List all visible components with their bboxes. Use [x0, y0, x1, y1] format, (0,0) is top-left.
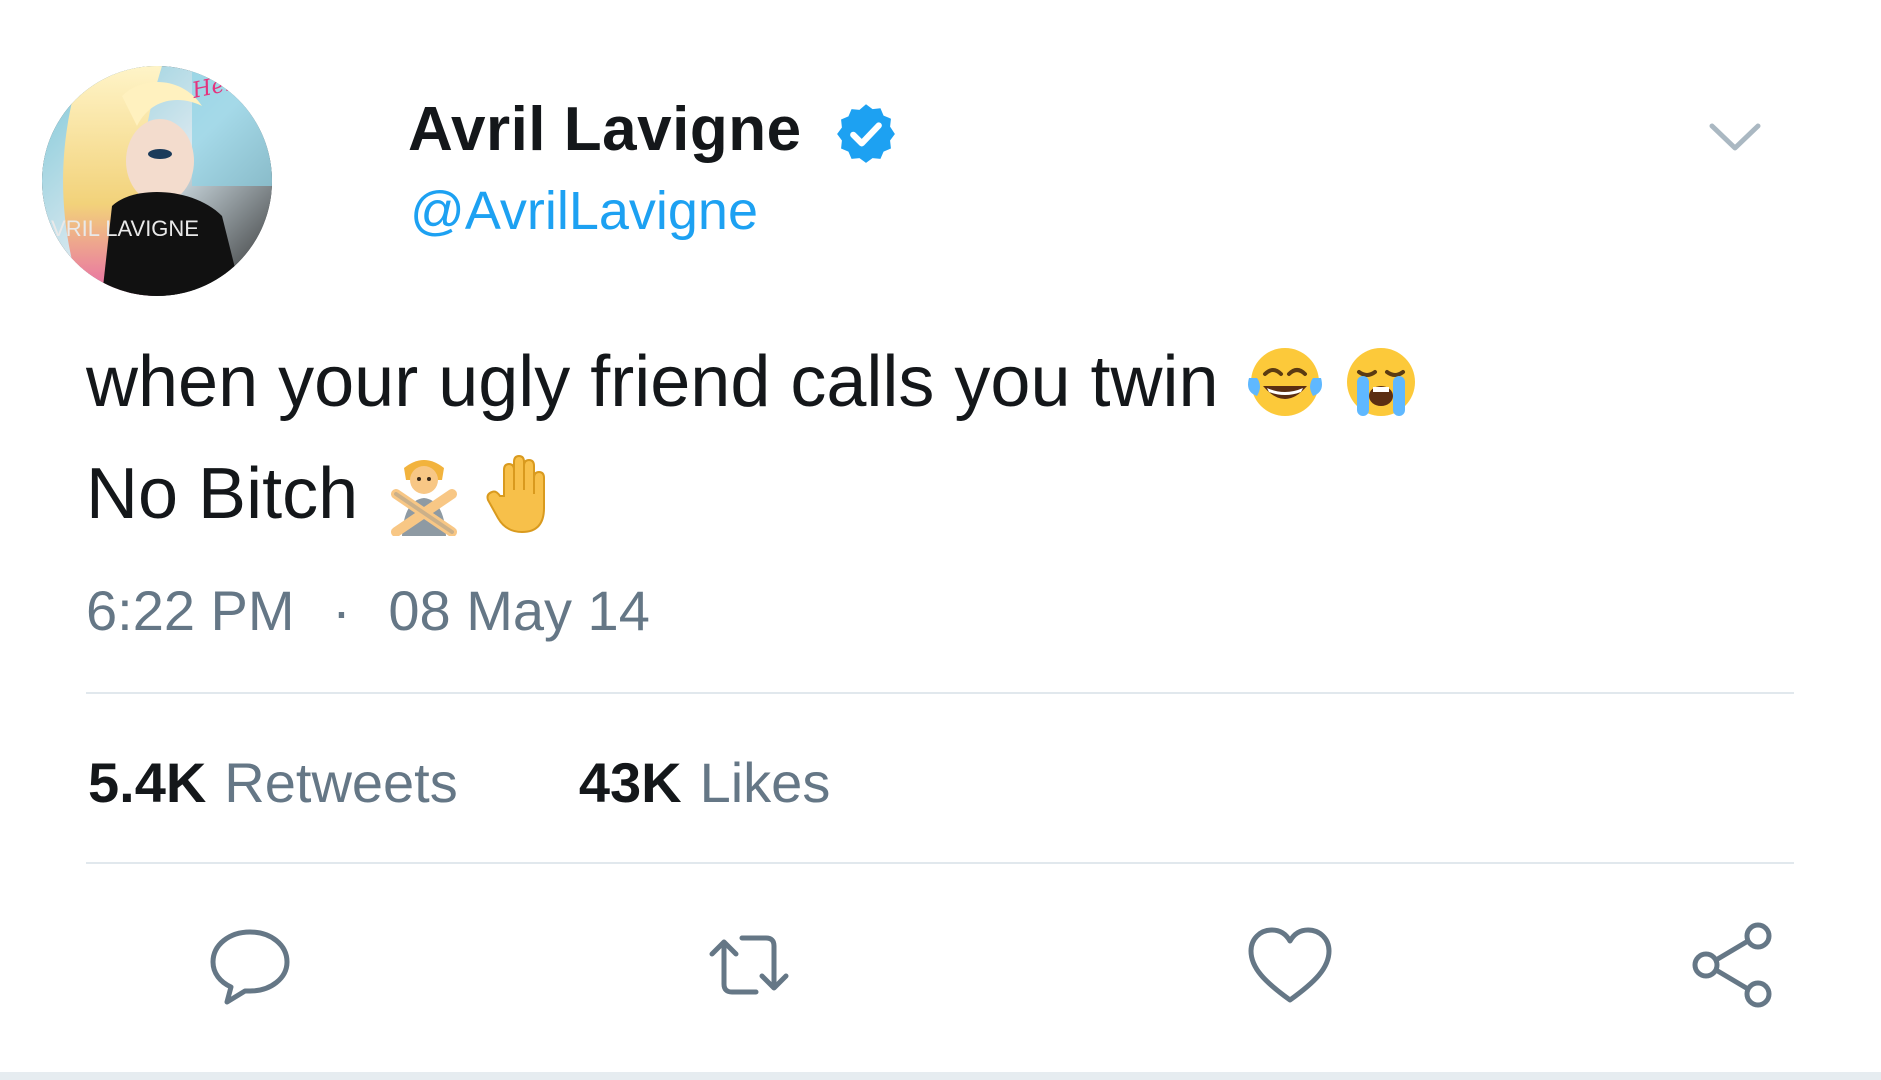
tweet-date: 08 May 14 [388, 579, 650, 642]
tweet-card: Hello Kitty AVRIL LAVIGNE Avril Lavigne … [0, 0, 1881, 1080]
retweet-button[interactable] [704, 920, 794, 1010]
loudly-crying-face-icon [1346, 348, 1415, 416]
display-name[interactable]: Avril Lavigne [408, 94, 802, 165]
tweet-text-line-2: No Bitch [86, 452, 562, 536]
likes-count: 43K [578, 751, 682, 814]
tweet-time: 6:22 PM [86, 579, 295, 642]
avatar[interactable]: Hello Kitty AVRIL LAVIGNE [42, 66, 272, 296]
reply-bubble-icon [210, 929, 290, 1005]
heart-icon [1248, 927, 1332, 1003]
tweet-text-1: when your ugly friend calls you twin [86, 342, 1219, 422]
divider [86, 692, 1794, 694]
avatar-text-bottom: AVRIL LAVIGNE [42, 216, 199, 241]
raised-hand-icon [486, 454, 546, 534]
tweet-text-2: No Bitch [86, 454, 359, 534]
retweets-label: Retweets [224, 751, 458, 814]
retweets-count: 5.4K [88, 751, 207, 814]
person-gesturing-no-icon [391, 460, 458, 536]
tweet-stats: 5.4K Retweets 43K Likes [88, 750, 830, 815]
bottom-divider [0, 1072, 1881, 1080]
like-button[interactable] [1245, 920, 1335, 1010]
retweet-arrows-icon [709, 935, 789, 995]
share-button[interactable] [1688, 920, 1778, 1010]
verified-badge-icon [837, 104, 895, 163]
timestamp-separator: · [332, 579, 351, 642]
face-with-tears-of-joy-icon [1247, 348, 1322, 416]
reply-button[interactable] [205, 920, 295, 1010]
divider [86, 862, 1794, 864]
likes-label: Likes [699, 751, 831, 814]
user-handle[interactable]: @AvrilLavigne [410, 180, 758, 242]
tweet-timestamp[interactable]: 6:22 PM · 08 May 14 [86, 578, 650, 643]
retweets-stat[interactable]: 5.4K Retweets [88, 751, 473, 814]
likes-stat[interactable]: 43K Likes [579, 751, 830, 814]
tweet-text-line-1: when your ugly friend calls you twin [86, 340, 1423, 424]
share-nodes-icon [1692, 922, 1772, 1008]
chevron-down-icon[interactable] [1706, 112, 1764, 162]
avatar-image: Hello Kitty AVRIL LAVIGNE [42, 66, 272, 296]
